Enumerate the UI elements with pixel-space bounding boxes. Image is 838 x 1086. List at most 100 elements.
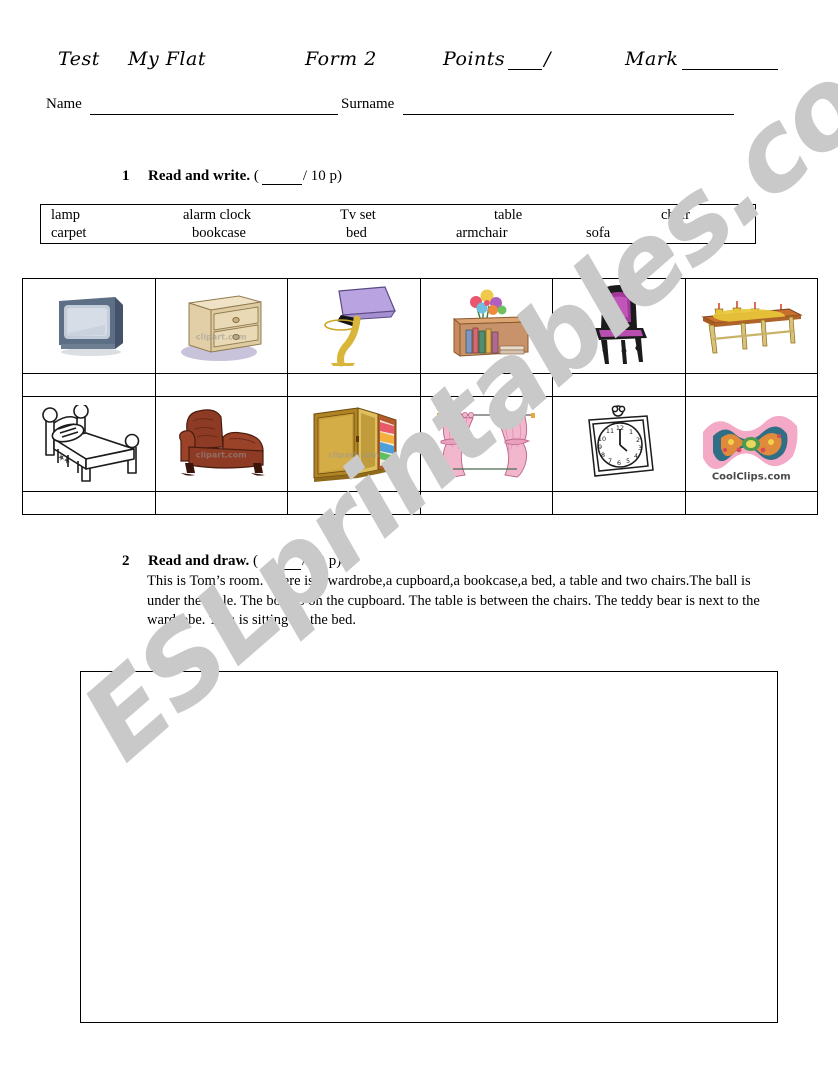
word-carpet: carpet bbox=[51, 225, 87, 241]
answer-cell-tv-set[interactable] bbox=[23, 374, 156, 396]
exercise-1-number: 1 bbox=[122, 168, 130, 184]
word-chair: chair bbox=[661, 207, 690, 223]
answer-cell-alarm-clock[interactable] bbox=[553, 492, 686, 514]
points-label: Points bbox=[443, 48, 506, 70]
svg-text:4: 4 bbox=[634, 452, 638, 460]
exercise-1-heading: 1 Read and write. ( / 10 p) bbox=[122, 168, 342, 185]
answer-cell-carpet[interactable] bbox=[686, 492, 818, 514]
carpet-icon bbox=[703, 415, 798, 470]
word-armchair: armchair bbox=[456, 225, 508, 241]
exercise-2-score-blank[interactable] bbox=[261, 556, 302, 570]
drawing-answer-box[interactable] bbox=[80, 671, 778, 1023]
bookcase-icon bbox=[452, 289, 530, 358]
name-input-line[interactable] bbox=[90, 114, 338, 115]
word-bed: bed bbox=[346, 225, 367, 241]
picture-cell-table bbox=[686, 279, 818, 373]
answer-cell-lamp[interactable] bbox=[288, 374, 421, 396]
surname-input-line[interactable] bbox=[403, 114, 734, 115]
picture-grid: clipart.com clipart.com clipart.com 12 1… bbox=[22, 278, 818, 515]
points-field: Points / bbox=[443, 48, 551, 70]
surname-label: Surname bbox=[341, 96, 395, 112]
picture-cell-chest-of-drawers: clipart.com bbox=[156, 279, 288, 374]
alarm-clock-icon: 12 1 2 3 4 5 6 7 8 9 10 11 bbox=[587, 405, 654, 477]
exercise-1-title: Read and write. bbox=[148, 168, 251, 184]
points-blank[interactable] bbox=[508, 51, 543, 70]
word-alarm-clock: alarm clock bbox=[183, 207, 252, 223]
chest-of-drawers-icon bbox=[181, 295, 262, 362]
mark-blank[interactable] bbox=[682, 51, 779, 70]
name-surname-row: Name Surname bbox=[0, 96, 838, 118]
picture-cell-bookcase bbox=[421, 279, 553, 374]
picture-cell-wardrobe: clipart.com bbox=[288, 397, 421, 492]
exercise-2-max: / 10 p) bbox=[302, 553, 342, 569]
topic-title: My Flat bbox=[128, 48, 206, 70]
worksheet-page: Test My Flat Form 2 Points / Mark Name Su… bbox=[0, 0, 838, 1086]
picture-cell-lamp bbox=[288, 279, 421, 374]
answer-cell-armchair[interactable] bbox=[156, 492, 288, 514]
svg-text:2: 2 bbox=[636, 436, 640, 444]
answer-cell-wardrobe[interactable] bbox=[288, 492, 421, 514]
word-bank: lamp alarm clock Tv set table chair carp… bbox=[40, 204, 756, 244]
svg-text:11: 11 bbox=[606, 427, 614, 435]
picture-cell-chair bbox=[553, 279, 686, 374]
svg-text:1: 1 bbox=[629, 428, 633, 436]
exercise-2-title: Read and draw. bbox=[148, 553, 250, 569]
word-lamp: lamp bbox=[51, 207, 80, 223]
exercise-1-max: / 10 p) bbox=[302, 168, 342, 184]
answer-cell-table[interactable] bbox=[686, 374, 818, 396]
flowers bbox=[470, 289, 507, 319]
chair-icon bbox=[594, 285, 647, 365]
exercise-1-score-blank[interactable] bbox=[261, 171, 302, 185]
svg-text:5: 5 bbox=[626, 457, 630, 465]
word-tv-set: Tv set bbox=[340, 207, 376, 223]
exercise-2-number: 2 bbox=[122, 553, 130, 569]
word-table: table bbox=[494, 207, 523, 223]
picture-cell-bed bbox=[23, 397, 156, 492]
svg-text:12: 12 bbox=[616, 424, 624, 432]
picture-cell-curtains bbox=[421, 397, 553, 492]
picture-cell-carpet: CoolClips.com bbox=[686, 397, 818, 491]
test-label: Test bbox=[58, 48, 100, 70]
word-bank-row-1: lamp alarm clock Tv set table chair bbox=[41, 207, 757, 226]
form-label: Form 2 bbox=[305, 48, 377, 70]
exercise-2-passage: This is Tom’s room. There is a wardrobe,… bbox=[147, 573, 760, 628]
lamp-icon bbox=[323, 286, 396, 367]
svg-text:9: 9 bbox=[598, 443, 602, 451]
picture-cell-tv-set bbox=[23, 279, 156, 374]
svg-text:3: 3 bbox=[638, 444, 642, 452]
word-sofa: sofa bbox=[586, 225, 611, 241]
svg-text:10: 10 bbox=[598, 435, 606, 443]
exercise-2-points: ( / 10 p) bbox=[253, 553, 342, 570]
table-icon bbox=[701, 301, 804, 354]
word-bank-row-2: carpet bookcase bed armchair sofa bbox=[41, 225, 757, 244]
exercise-2-paren: ( bbox=[253, 553, 259, 569]
picture-row-2: clipart.com clipart.com 12 1 2 3 4 5 6 7… bbox=[23, 397, 818, 493]
picture-cell-alarm-clock: 12 1 2 3 4 5 6 7 8 9 10 11 bbox=[553, 397, 686, 492]
worksheet-header: Test My Flat Form 2 Points / Mark bbox=[0, 48, 838, 84]
mark-label: Mark bbox=[625, 48, 679, 70]
answer-cell-bed[interactable] bbox=[23, 492, 156, 514]
answer-cell-curtains[interactable] bbox=[421, 492, 553, 514]
wardrobe-icon bbox=[313, 407, 397, 483]
curtains-icon bbox=[437, 412, 536, 478]
answer-cell-chest-of-drawers[interactable] bbox=[156, 374, 288, 396]
points-slash: / bbox=[544, 48, 552, 70]
picture-row-1: clipart.com bbox=[23, 279, 818, 375]
mark-field: Mark bbox=[625, 48, 779, 70]
tv-set-icon bbox=[58, 297, 123, 357]
answer-cell-bookcase[interactable] bbox=[421, 374, 553, 396]
exercise-1-paren: ( bbox=[253, 168, 259, 184]
answer-row-1 bbox=[23, 374, 817, 397]
svg-text:6: 6 bbox=[617, 459, 621, 467]
svg-text:8: 8 bbox=[601, 451, 605, 459]
armchair-icon bbox=[179, 409, 266, 476]
svg-text:7: 7 bbox=[608, 457, 612, 465]
answer-cell-chair[interactable] bbox=[553, 374, 686, 396]
exercise-1-points: ( / 10 p) bbox=[253, 168, 342, 185]
answer-row-2 bbox=[23, 492, 817, 514]
bed-icon bbox=[41, 405, 140, 482]
exercise-2-heading: 2 Read and draw. ( / 10 p) bbox=[122, 553, 341, 570]
picture-cell-armchair: clipart.com bbox=[156, 397, 288, 492]
name-label: Name bbox=[46, 96, 82, 112]
word-bookcase: bookcase bbox=[192, 225, 246, 241]
